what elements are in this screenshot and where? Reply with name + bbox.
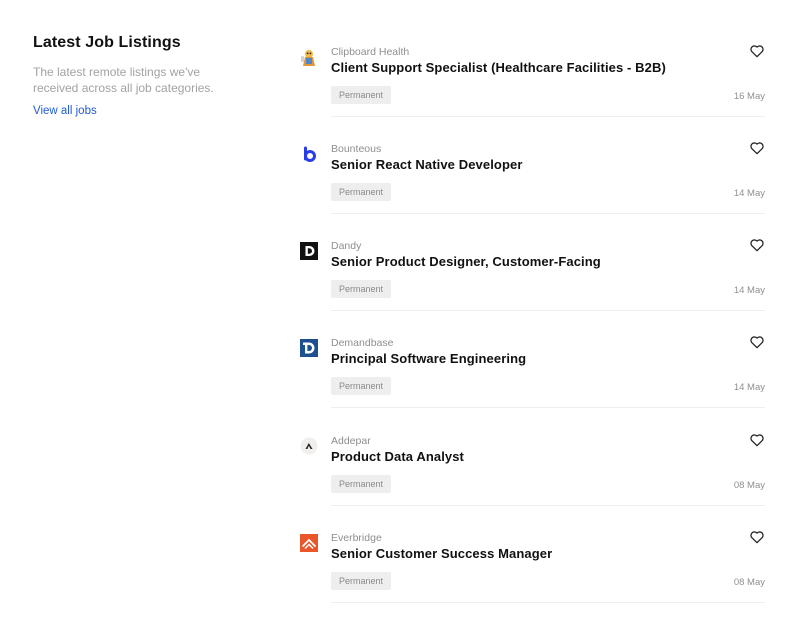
heart-icon[interactable]	[749, 334, 765, 350]
bounteous-logo	[300, 145, 318, 163]
job-title[interactable]: Principal Software Engineering	[331, 350, 526, 368]
heart-icon[interactable]	[749, 237, 765, 253]
job-title[interactable]: Senior Product Designer, Customer-Facing	[331, 253, 601, 271]
posted-date: 14 May	[733, 382, 765, 393]
job-listing[interactable]: Demandbase Principal Software Engineerin…	[300, 336, 765, 436]
heart-icon[interactable]	[749, 529, 765, 545]
job-title[interactable]: Senior React Native Developer	[331, 156, 522, 174]
heart-icon[interactable]	[749, 432, 765, 448]
company-name: Bounteous	[331, 143, 382, 155]
job-type-badge: Permanent	[331, 377, 392, 395]
job-listing[interactable]: Clipboard Health Client Support Speciali…	[300, 45, 765, 145]
sidebar-description: The latest remote listings we've receive…	[33, 65, 214, 95]
job-title[interactable]: Senior Customer Success Manager	[331, 545, 552, 563]
job-type-badge: Permanent	[331, 572, 392, 590]
job-type-badge: Permanent	[331, 280, 392, 298]
job-listing[interactable]: Bounteous Senior React Native Developer …	[300, 142, 765, 242]
divider	[331, 407, 765, 408]
job-type-badge: Permanent	[331, 183, 392, 201]
posted-date: 08 May	[733, 480, 765, 491]
job-listing[interactable]: Addepar Product Data Analyst Permanent 0…	[300, 434, 765, 534]
company-name: Clipboard Health	[331, 46, 410, 58]
heart-icon[interactable]	[749, 140, 765, 156]
heart-icon[interactable]	[749, 43, 765, 59]
divider	[331, 505, 765, 506]
job-listing[interactable]: Dandy Senior Product Designer, Customer-…	[300, 239, 765, 339]
demandbase-logo	[300, 339, 318, 357]
sidebar-title: Latest Job Listings	[33, 34, 181, 51]
posted-date: 16 May	[733, 91, 765, 102]
company-name: Everbridge	[331, 532, 382, 544]
addepar-logo	[300, 437, 318, 455]
company-name: Dandy	[331, 240, 362, 252]
company-name: Addepar	[331, 435, 371, 447]
posted-date: 14 May	[733, 188, 765, 199]
view-all-jobs-link[interactable]: View all jobs	[33, 105, 97, 117]
sidebar: Latest Job Listings The latest remote li…	[33, 32, 233, 119]
posted-date: 08 May	[733, 577, 765, 588]
job-type-badge: Permanent	[331, 86, 392, 104]
job-listing[interactable]: Everbridge Senior Customer Success Manag…	[300, 531, 765, 631]
divider	[331, 602, 765, 603]
company-name: Demandbase	[331, 337, 394, 349]
everbridge-logo	[300, 534, 318, 552]
divider	[331, 213, 765, 214]
divider	[331, 116, 765, 117]
dandy-logo	[300, 242, 318, 260]
job-type-badge: Permanent	[331, 475, 392, 493]
posted-date: 14 May	[733, 285, 765, 296]
clipboard-health-logo	[300, 48, 318, 66]
job-title[interactable]: Client Support Specialist (Healthcare Fa…	[331, 59, 666, 77]
job-title[interactable]: Product Data Analyst	[331, 448, 464, 466]
divider	[331, 310, 765, 311]
